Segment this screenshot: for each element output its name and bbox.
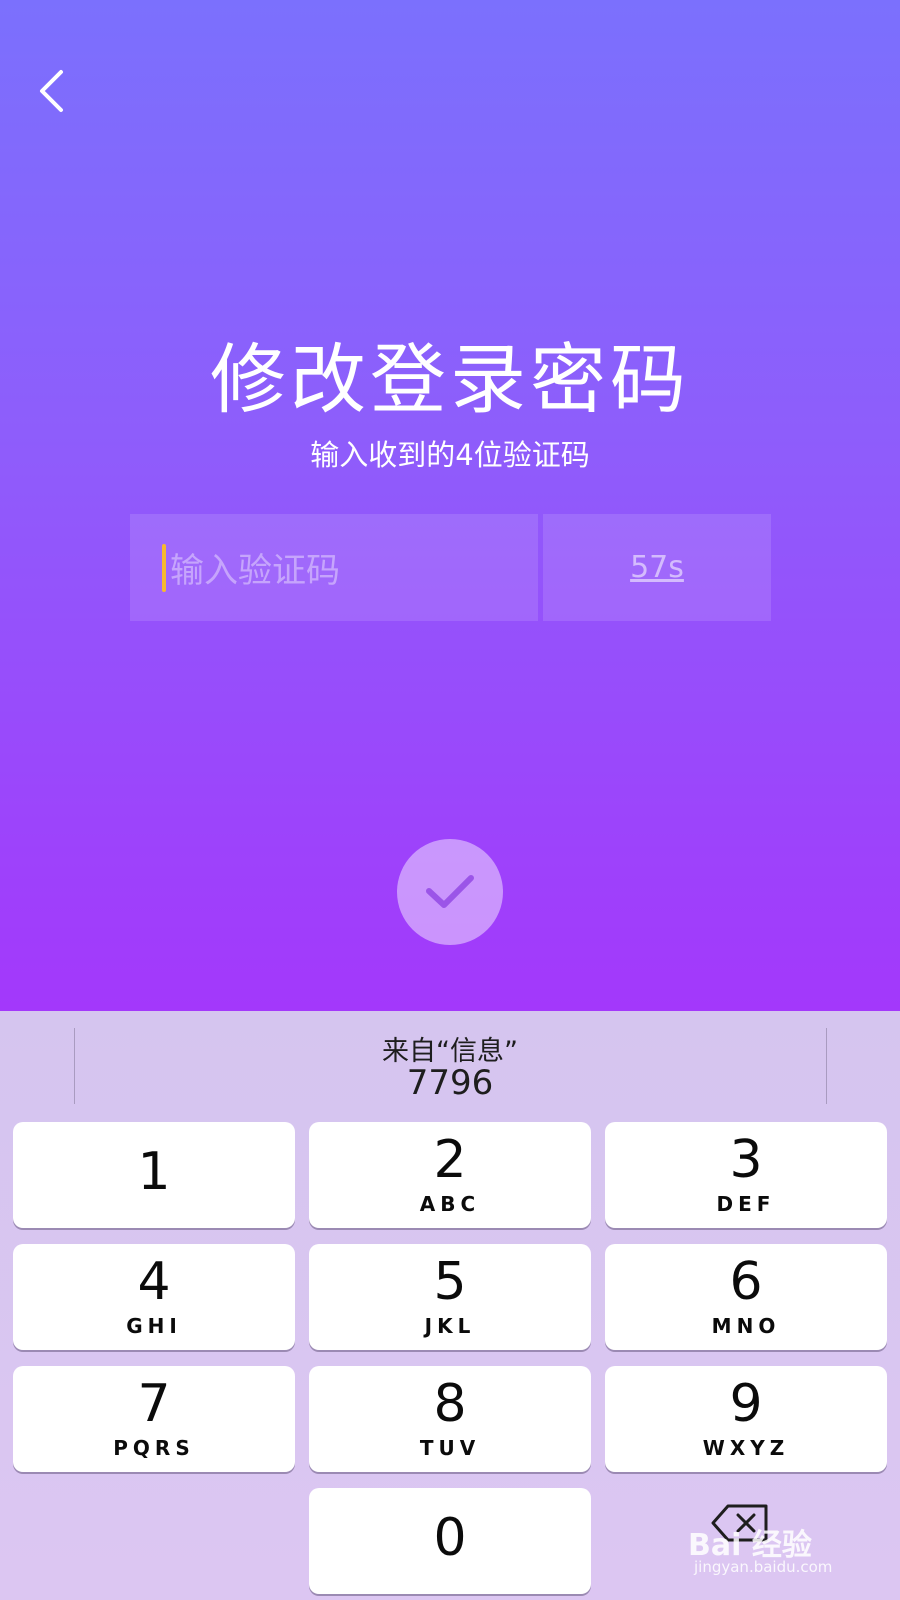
verification-code-input[interactable]: 输入验证码 [130,514,538,621]
chevron-left-icon [40,70,63,112]
text-cursor [162,544,166,592]
key-2[interactable]: 2 ABC [309,1122,591,1228]
page-subtitle: 输入收到的4位验证码 [310,438,590,472]
key-digit: 2 [433,1130,467,1190]
page-title: 修改登录密码 [210,335,690,424]
key-letters: TUV [419,1436,481,1460]
key-1[interactable]: 1 [13,1122,295,1228]
key-letters: WXYZ [702,1436,790,1460]
key-digit: 3 [729,1130,763,1190]
key-letters: PQRS [113,1436,195,1460]
key-7[interactable]: 7 PQRS [13,1366,295,1472]
key-8[interactable]: 8 TUV [309,1366,591,1472]
key-digit: 4 [137,1252,171,1312]
back-button[interactable] [30,66,74,116]
checkmark-icon [426,875,474,908]
confirm-button[interactable] [397,839,503,945]
key-letters: MNO [711,1314,781,1338]
code-input-placeholder: 输入验证码 [170,551,340,591]
resend-countdown[interactable]: 57s [543,514,771,621]
autofill-suggestion-bar: 来自“信息” 7796 [0,1011,900,1117]
key-0[interactable]: 0 [309,1488,591,1594]
key-letters: DEF [716,1192,776,1216]
key-digit: 0 [433,1508,467,1568]
key-digit: 6 [729,1252,763,1312]
key-digit: 5 [433,1252,467,1312]
key-letters: JKL [424,1314,476,1338]
key-letters: GHI [126,1314,182,1338]
key-digit: 8 [433,1374,467,1434]
key-digit: 1 [137,1142,171,1202]
key-6[interactable]: 6 MNO [605,1244,887,1350]
key-digit: 7 [137,1374,171,1434]
suggestion-code[interactable]: 7796 [0,1063,900,1103]
key-4[interactable]: 4 GHI [13,1244,295,1350]
key-letters: ABC [419,1192,481,1216]
key-3[interactable]: 3 DEF [605,1122,887,1228]
watermark-url: jingyan.baidu.com [694,1558,833,1576]
key-5[interactable]: 5 JKL [309,1244,591,1350]
app-screen: 修改登录密码 输入收到的4位验证码 输入验证码 57s [0,0,900,1011]
key-digit: 9 [729,1374,763,1434]
baidu-jingyan-watermark: Bai 经验 jingyan.baidu.com [688,1520,888,1580]
key-9[interactable]: 9 WXYZ [605,1366,887,1472]
